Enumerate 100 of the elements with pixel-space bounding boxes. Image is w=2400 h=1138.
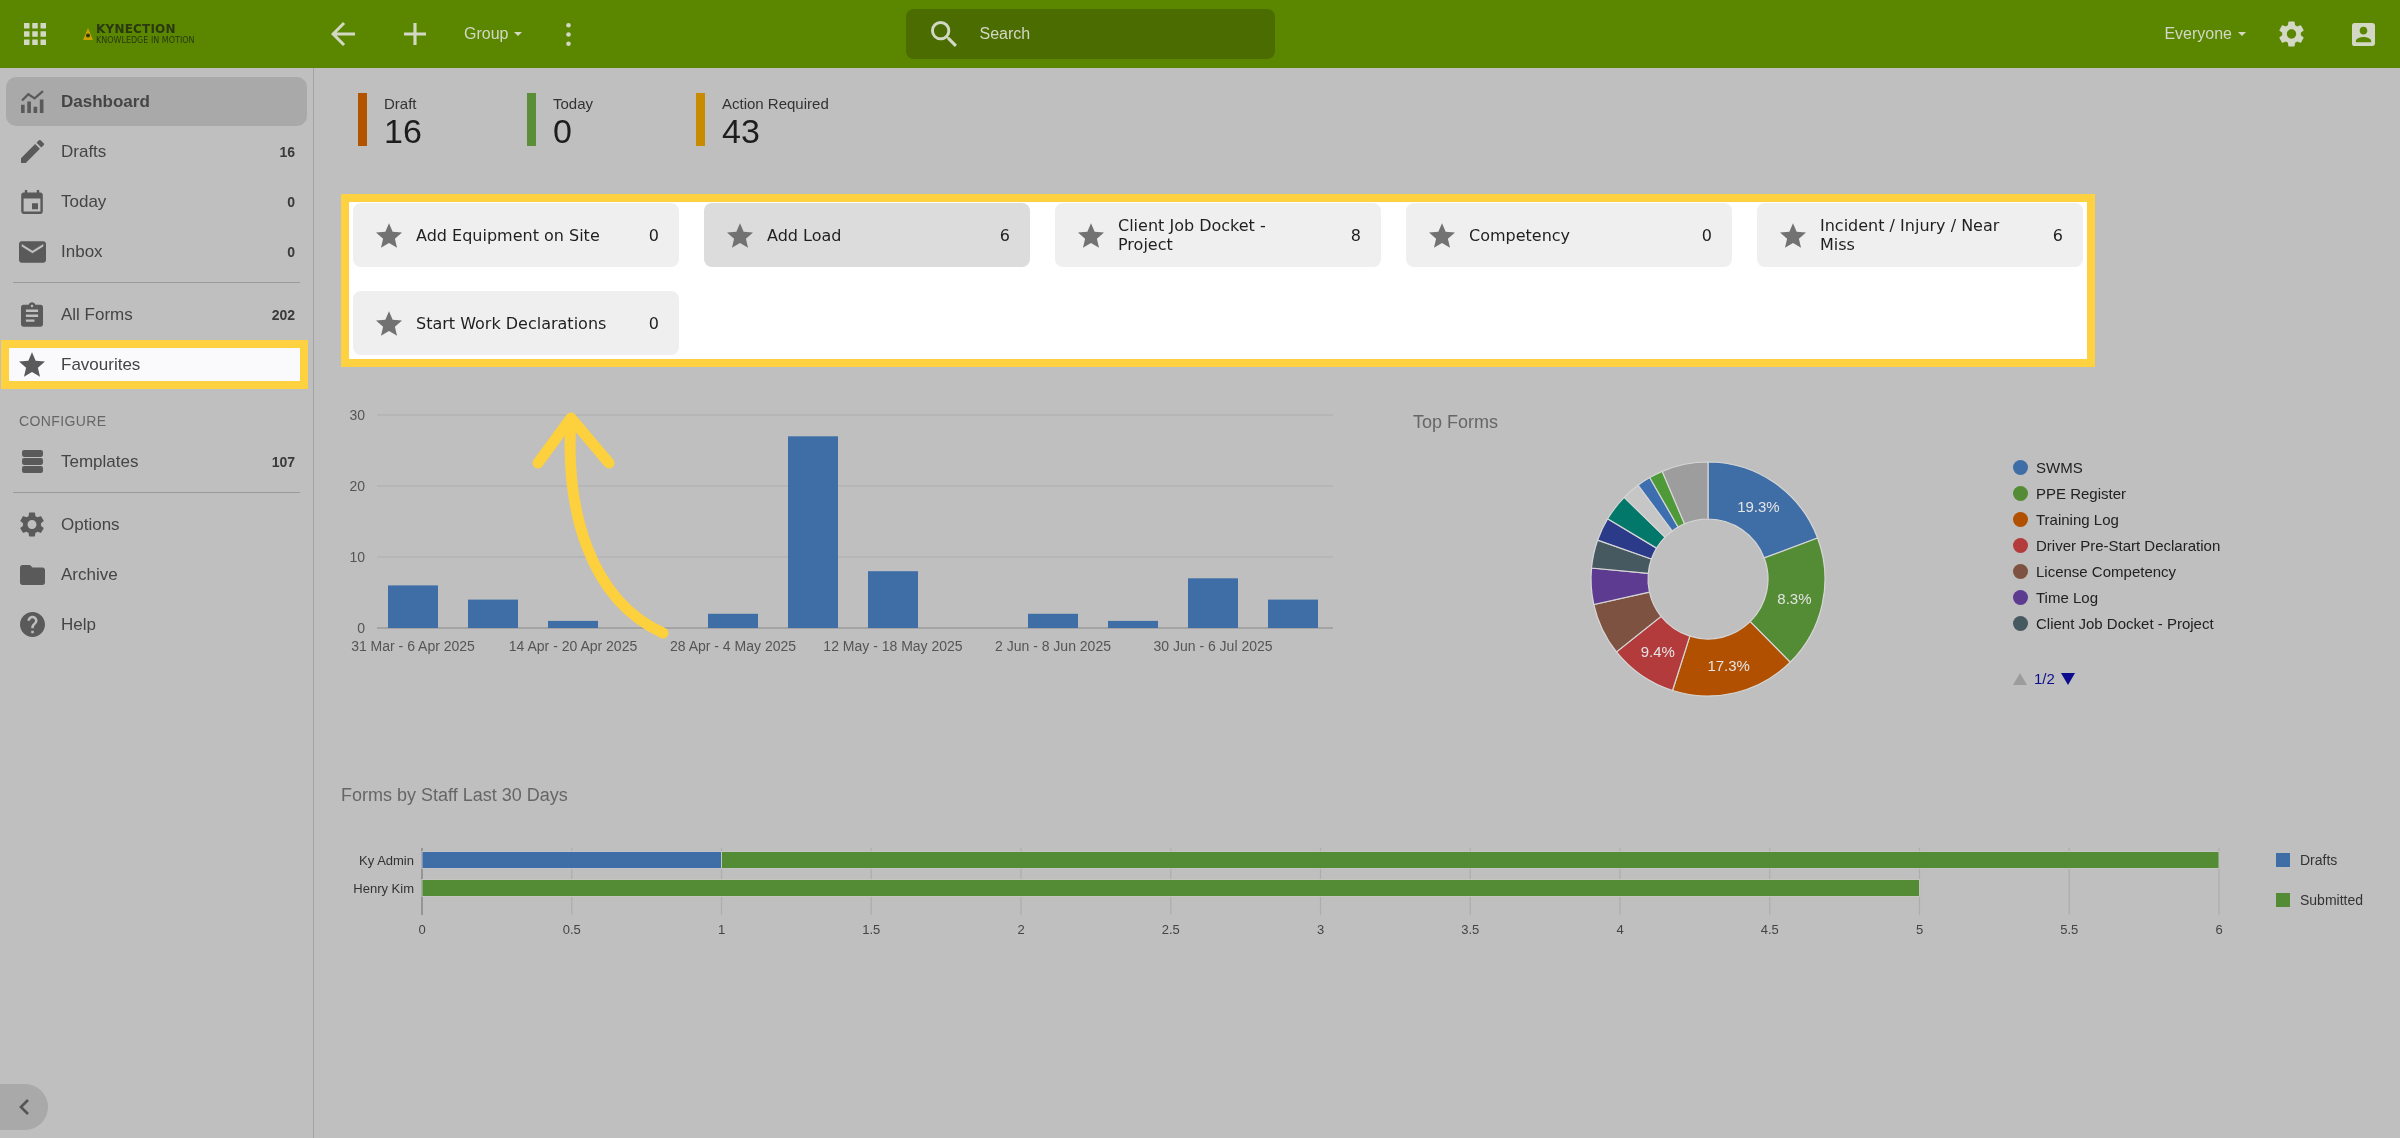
chart-bar <box>1268 599 1318 628</box>
stat-label: Today <box>553 95 594 113</box>
logo-tagline: KNOWLEDGE IN MOTION <box>96 36 195 45</box>
legend-label: SWMS <box>2036 458 2083 476</box>
section-heading: CONFIGURE <box>18 412 108 431</box>
sidebar-item[interactable]: Dashboard <box>6 77 307 126</box>
favourite-card[interactable]: Client Job Docket - Project 8 <box>1055 203 1381 267</box>
chart-bar <box>1028 613 1078 628</box>
axis-label: 6 <box>2215 921 2223 937</box>
star-icon <box>19 352 45 377</box>
axis-label: 0 <box>418 921 426 937</box>
favourite-card[interactable]: Add Load 6 <box>704 203 1030 267</box>
calendar-icon <box>21 189 43 214</box>
axis-label: 10 <box>349 549 365 565</box>
axis-label: 2.5 <box>1161 921 1180 937</box>
favourite-card[interactable]: Add Equipment on Site 0 <box>353 203 679 267</box>
sidebar-item[interactable]: Archive <box>6 550 307 599</box>
item-count: 0 <box>287 193 295 210</box>
stat-value: 0 <box>553 113 573 149</box>
axis-label: 2 Jun - 8 Jun 2025 <box>995 638 1111 654</box>
sidebar-item[interactable]: Inbox 0 <box>6 227 307 276</box>
sidebar-item[interactable]: Options <box>6 500 307 549</box>
axis-label: 3 <box>1316 921 1325 937</box>
axis-label: 2 <box>1017 921 1025 937</box>
plus-icon[interactable] <box>404 23 426 45</box>
collapse-button[interactable] <box>0 1084 48 1130</box>
favourite-card[interactable]: Competency 0 <box>1406 203 1732 267</box>
legend-label: Submitted <box>2300 892 2364 908</box>
favourite-card[interactable]: Start Work Declarations 0 <box>353 291 679 355</box>
star-icon <box>1780 222 1806 248</box>
logo-icon <box>83 28 93 40</box>
slice-label: 8.3% <box>1777 589 1812 607</box>
legend-label: Time Log <box>2036 588 2098 606</box>
axis-label: 4.5 <box>1760 921 1779 937</box>
item-count: 6 <box>999 225 1010 245</box>
axis-label: 0 <box>357 620 365 636</box>
slice-label: 19.3% <box>1737 497 1780 515</box>
axis-label: 1 <box>717 921 726 937</box>
back-arrow-icon[interactable] <box>331 22 355 46</box>
star-icon <box>376 310 402 336</box>
pencil-icon <box>20 140 44 163</box>
item-count: 16 <box>279 143 295 160</box>
legend-label: License Competency <box>2036 562 2177 580</box>
settings-icon <box>20 512 44 537</box>
star-icon <box>1429 222 1455 248</box>
sidebar-item[interactable]: Today 0 <box>6 177 307 226</box>
item-count: 107 <box>271 453 295 470</box>
legend-label: Client Job Docket - Project <box>2036 614 2214 632</box>
chart-bar <box>1188 578 1238 628</box>
legend-label: Drafts <box>2300 852 2338 868</box>
stat-value: 43 <box>722 113 761 149</box>
account-icon[interactable] <box>2352 22 2375 46</box>
chart-bar <box>468 599 518 628</box>
down-triangle-icon[interactable] <box>2060 672 2075 685</box>
star-icon <box>1078 222 1104 248</box>
sidebar-item[interactable]: All Forms 202 <box>6 290 307 339</box>
item-count: 0 <box>287 243 295 260</box>
more-vertical-icon[interactable] <box>566 22 572 46</box>
axis-label: 20 <box>349 478 365 494</box>
search-field[interactable]: Search <box>906 9 1276 59</box>
axis-label: 30 Jun - 6 Jul 2025 <box>1153 638 1273 654</box>
axis-label: 28 Apr - 4 May 2025 <box>669 638 797 654</box>
sidebar-item[interactable]: Drafts 16 <box>6 127 307 176</box>
axis-label: 5 <box>1915 921 1924 937</box>
help-icon <box>19 612 45 637</box>
logo-name: KYNECTION <box>96 23 177 36</box>
chart-bar <box>1108 620 1158 628</box>
chart-bar <box>868 571 918 628</box>
item-count: 0 <box>1701 225 1712 245</box>
legend-label: PPE Register <box>2036 484 2127 502</box>
sidebar-item[interactable]: Templates 107 <box>6 437 307 486</box>
axis-label: Ky Admin <box>359 852 414 868</box>
slice-label: 9.4% <box>1640 643 1675 661</box>
caret-icon <box>2238 32 2246 36</box>
axis-label: 12 May - 18 May 2025 <box>823 638 963 654</box>
legend-label: Training Log <box>2036 510 2119 528</box>
sidebar-item[interactable]: Help <box>6 600 307 649</box>
stat-value: 16 <box>384 113 422 149</box>
axis-label: 0.5 <box>562 921 581 937</box>
chart-bar <box>388 585 438 628</box>
slice-label: 17.3% <box>1707 656 1750 674</box>
search-icon <box>931 21 958 47</box>
item-count: 0 <box>648 225 659 245</box>
axis-label: Henry Kim <box>353 880 414 896</box>
apps-grid-icon[interactable] <box>24 23 46 45</box>
favourite-card[interactable]: Incident / Injury / Near Miss 6 <box>1757 203 2083 267</box>
settings-icon[interactable] <box>2279 21 2304 47</box>
axis-label: 3.5 <box>1461 921 1480 937</box>
item-count: 0 <box>648 313 659 333</box>
chart-bar <box>708 613 758 628</box>
folder-icon <box>19 564 45 585</box>
chart-title: Top Forms <box>1413 411 1500 433</box>
axis-label: 31 Mar - 6 Apr 2025 <box>351 638 475 654</box>
clipboard-icon <box>21 302 43 327</box>
item-count: 8 <box>1350 225 1361 245</box>
sidebar-item[interactable]: Favourites <box>1 340 308 389</box>
axis-label: 14 Apr - 20 Apr 2025 <box>508 638 638 654</box>
stack-icon <box>21 449 43 474</box>
legend-label: Driver Pre-Start Declaration <box>2036 536 2221 554</box>
chart-bar <box>548 620 598 628</box>
